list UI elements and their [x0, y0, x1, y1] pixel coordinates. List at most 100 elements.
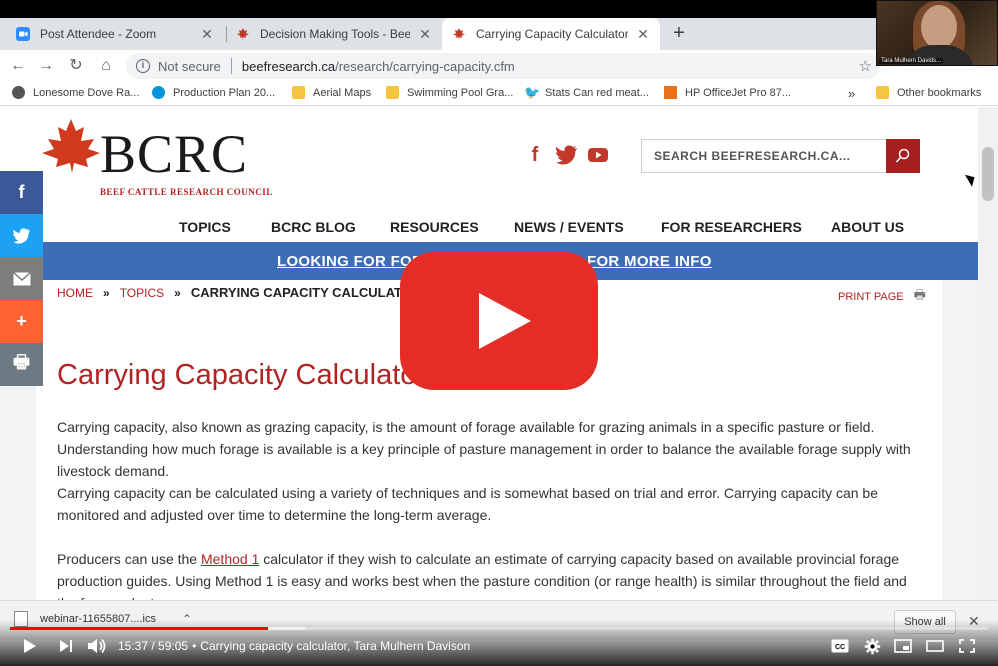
close-icon[interactable]: ✕ — [418, 26, 432, 43]
reload-icon[interactable]: ↻ — [66, 56, 86, 76]
tab-label: Decision Making Tools - Beef Cat — [260, 27, 410, 41]
bookmark-label: Lonesome Dove Ra... — [33, 86, 140, 99]
bookmark-item[interactable]: 🐦 Stats Can red meat... — [524, 86, 649, 99]
share-facebook-icon[interactable]: f — [0, 171, 43, 214]
video-title[interactable]: Carrying capacity calculator, Tara Mulhe… — [200, 639, 470, 653]
title-bar — [0, 0, 998, 18]
close-icon[interactable]: ✕ — [636, 26, 650, 43]
browser-tabstrip: Post Attendee - Zoom ✕ Decision Making T… — [0, 0, 998, 50]
hp-icon — [152, 86, 165, 99]
video-time-title: 15:37 / 59:05 • Carrying capacity calculat… — [118, 639, 471, 653]
bookmark-label: Aerial Maps — [313, 86, 372, 99]
address-divider — [230, 58, 232, 74]
breadcrumb-home[interactable]: HOME — [57, 286, 93, 300]
folder-icon — [386, 86, 399, 99]
nav-topics[interactable]: TOPICS — [179, 219, 231, 235]
method-paragraph: Producers can use the Method 1 calculato… — [57, 548, 927, 600]
globe-icon — [12, 86, 25, 99]
close-icon[interactable]: ✕ — [200, 26, 214, 43]
share-print-icon[interactable]: 🖶 — [0, 343, 43, 386]
youtube-icon[interactable] — [587, 145, 609, 165]
nav-news-events[interactable]: NEWS / EVENTS — [514, 219, 624, 235]
bookmark-label: Stats Can red meat... — [545, 86, 649, 99]
bookmarks-overflow[interactable]: » — [848, 86, 855, 101]
bookmark-item[interactable]: Aerial Maps — [292, 86, 371, 99]
bookmark-item[interactable]: Production Plan 20... — [152, 86, 275, 99]
print-page-link[interactable]: PRINT PAGE 🖶 — [838, 286, 926, 308]
method-1-link[interactable]: Method 1 — [201, 551, 259, 567]
progress-played — [10, 627, 269, 630]
twitter-icon[interactable] — [556, 145, 578, 165]
share-twitter-icon[interactable] — [0, 214, 43, 257]
method-text-before: Producers can use the — [57, 551, 201, 567]
tab-carrying-capacity[interactable]: Carrying Capacity Calculator - Be ✕ — [442, 18, 660, 50]
other-bookmarks[interactable]: Other bookmarks — [876, 86, 981, 99]
forward-arrow-icon[interactable]: → — [36, 56, 56, 76]
chevron-right-icon: » — [848, 86, 856, 101]
bookmark-label: HP OfficeJet Pro 87... — [685, 86, 791, 99]
facebook-icon[interactable]: f — [524, 144, 546, 166]
webcam-face — [921, 5, 957, 49]
new-tab-button[interactable]: + — [668, 22, 690, 44]
browser-toolbar: ← → ↻ ⌂ i Not secure beefresearch.ca /re… — [0, 50, 998, 82]
breadcrumb-separator: » — [174, 285, 181, 300]
share-email-icon[interactable] — [0, 257, 43, 300]
fullscreen-button[interactable] — [957, 636, 977, 656]
back-arrow-icon[interactable]: ← — [8, 56, 28, 76]
tab-label: Post Attendee - Zoom — [40, 27, 157, 41]
home-icon[interactable]: ⌂ — [96, 56, 116, 76]
tab-decision-tools[interactable]: Decision Making Tools - Beef Cat ✕ — [226, 18, 442, 50]
twitter-icon: 🐦 — [524, 85, 541, 100]
url-host: beefresearch.ca — [241, 58, 336, 74]
url-path: /research/carrying-capacity.cfm — [335, 58, 515, 74]
bookmark-item[interactable]: Lonesome Dove Ra... — [12, 86, 139, 99]
print-page-label: PRINT PAGE — [838, 291, 904, 303]
play-icon — [479, 293, 531, 349]
folder-icon — [292, 86, 305, 99]
maple-leaf-icon — [453, 28, 465, 40]
site-logo[interactable]: BCRC — [100, 127, 248, 181]
nav-resources[interactable]: RESOURCES — [390, 219, 479, 235]
maple-leaf-icon — [237, 28, 249, 40]
bookmark-label: Other bookmarks — [897, 86, 982, 99]
screen: Post Attendee - Zoom ✕ Decision Making T… — [0, 0, 998, 666]
nav-about-us[interactable]: ABOUT US — [831, 219, 904, 235]
play-pause-button[interactable] — [20, 636, 40, 656]
youtube-play-button[interactable] — [400, 252, 598, 390]
star-icon[interactable]: ☆ — [859, 57, 872, 75]
settings-gear-icon[interactable] — [862, 636, 882, 656]
miniplayer-button[interactable] — [893, 636, 913, 656]
folder-icon — [876, 86, 889, 99]
search-icon[interactable] — [886, 139, 920, 173]
maple-leaf-logo-icon — [42, 119, 100, 173]
webcam-name: Tara Mulhern Davids... — [879, 58, 944, 64]
banner-link-right[interactable]: FOR MORE INFO — [587, 253, 712, 270]
breadcrumb-topics[interactable]: TOPICS — [120, 286, 164, 300]
site-logo-subtitle: BEEF CATTLE RESEARCH COUNCIL — [100, 187, 273, 197]
captions-button[interactable]: CC — [830, 636, 850, 656]
theater-mode-button[interactable] — [925, 636, 945, 656]
security-label: Not secure — [158, 58, 221, 74]
current-time: 15:37 — [118, 639, 149, 653]
nav-for-researchers[interactable]: FOR RESEARCHERS — [661, 219, 802, 235]
zoom-icon — [16, 27, 30, 41]
title-separator: • — [192, 639, 197, 653]
page-scrollbar[interactable] — [978, 107, 998, 600]
address-bar[interactable]: i Not secure beefresearch.ca /research/c… — [126, 53, 880, 79]
info-icon[interactable]: i — [136, 59, 150, 73]
site-search-input[interactable]: SEARCH BEEFRESEARCH.CA... — [641, 139, 887, 173]
nav-bcrc-blog[interactable]: BCRC BLOG — [271, 219, 356, 235]
tab-label: Carrying Capacity Calculator - Be — [476, 27, 628, 41]
next-video-button[interactable] — [56, 636, 76, 656]
tab-zoom[interactable]: Post Attendee - Zoom ✕ — [6, 18, 224, 50]
bookmarks-bar: Lonesome Dove Ra... Production Plan 20..… — [0, 82, 998, 106]
svg-text:CC: CC — [835, 644, 845, 651]
scrollbar-thumb[interactable] — [982, 147, 994, 201]
printer-bookmark-icon — [664, 86, 677, 99]
volume-button[interactable] — [86, 636, 108, 656]
share-more-icon[interactable]: + — [0, 300, 43, 343]
bookmark-label: Swimming Pool Gra... — [407, 86, 514, 99]
bookmark-item[interactable]: HP OfficeJet Pro 87... — [664, 86, 791, 99]
techniques-paragraph: Carrying capacity can be calculated usin… — [57, 485, 879, 523]
bookmark-item[interactable]: Swimming Pool Gra... — [386, 86, 513, 99]
